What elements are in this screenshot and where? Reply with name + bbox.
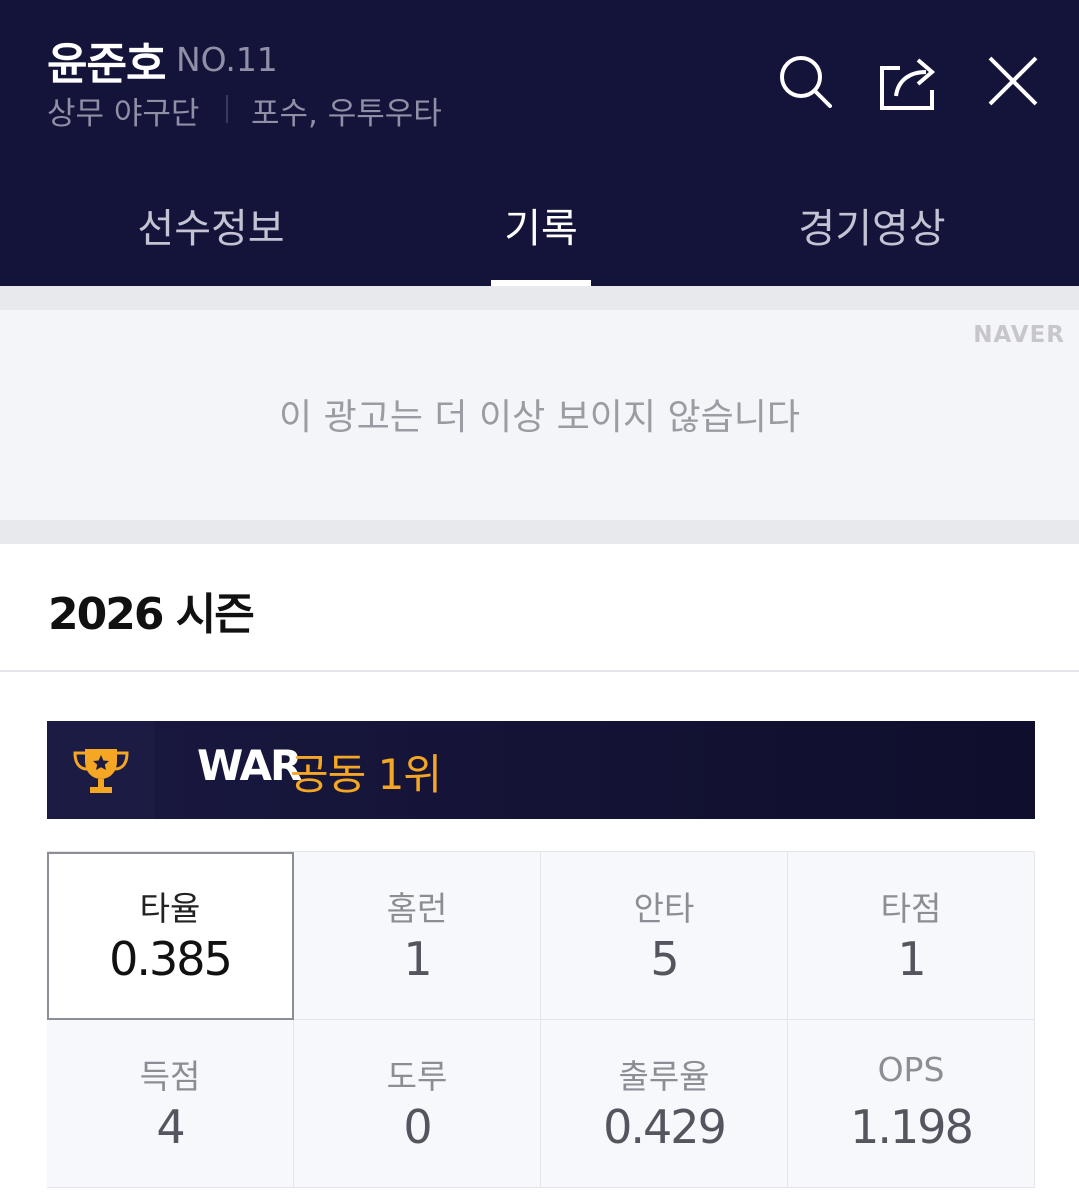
player-header: 윤준호 NO.11 상무 야구단 포수, 우투우타 선수정보 기록 경기영상	[0, 0, 1079, 286]
stat-label: 타점	[880, 889, 942, 928]
stat-label: OPS	[877, 1050, 945, 1089]
player-number: NO.11	[176, 40, 278, 79]
share-icon[interactable]	[878, 52, 938, 112]
close-icon[interactable]	[984, 52, 1044, 112]
trophy-icon	[73, 749, 129, 793]
stat-stolen-bases[interactable]: 도루 0	[294, 1020, 541, 1188]
section-gap	[0, 520, 1079, 544]
tab-game-video[interactable]: 경기영상	[742, 196, 1002, 254]
stats-grid: 타율 0.385 홈런 1 안타 5 타점 1 득점 4 도루 0 출루율 0.…	[47, 851, 1035, 1188]
stat-rbi[interactable]: 타점 1	[788, 852, 1035, 1020]
search-icon[interactable]	[776, 52, 836, 112]
stat-value: 4	[156, 1100, 185, 1154]
stat-label: 도루	[386, 1057, 448, 1096]
war-banner: WAR 공동 1위	[47, 721, 1035, 819]
stat-value: 1	[403, 932, 432, 986]
stat-label: 홈런	[386, 889, 448, 928]
stat-value: 1.198	[850, 1100, 974, 1154]
stat-value: 1	[897, 932, 926, 986]
ad-banner[interactable]: NAVER 이 광고는 더 이상 보이지 않습니다	[0, 310, 1079, 520]
tab-bar: 선수정보 기록 경기영상	[0, 190, 1079, 286]
season-title: 2026 시즌	[48, 589, 255, 640]
stat-ops[interactable]: OPS 1.198	[788, 1020, 1035, 1188]
stat-value: 5	[650, 932, 679, 986]
stat-batting-average[interactable]: 타율 0.385	[47, 852, 294, 1020]
stat-label: 타율	[139, 889, 201, 928]
war-rank: 공동 1위	[290, 750, 442, 799]
stat-value: 0.385	[109, 932, 233, 986]
tab-player-info[interactable]: 선수정보	[81, 196, 341, 254]
header-divider	[226, 95, 228, 123]
stat-label: 안타	[633, 889, 695, 928]
section-gap	[0, 286, 1079, 310]
stat-runs[interactable]: 득점 4	[47, 1020, 294, 1188]
stat-value: 0	[403, 1100, 432, 1154]
stat-label: 득점	[139, 1057, 201, 1096]
ad-message: 이 광고는 더 이상 보이지 않습니다	[279, 397, 800, 438]
stat-hits[interactable]: 안타 5	[541, 852, 788, 1020]
stat-home-runs[interactable]: 홈런 1	[294, 852, 541, 1020]
player-name: 윤준호	[47, 39, 166, 90]
war-label: WAR	[197, 741, 302, 790]
stat-on-base-percentage[interactable]: 출루율 0.429	[541, 1020, 788, 1188]
season-divider	[0, 670, 1079, 672]
trophy-box	[47, 721, 154, 819]
player-team: 상무 야구단	[47, 96, 200, 132]
stat-label: 출루율	[618, 1057, 710, 1096]
stat-value: 0.429	[603, 1100, 727, 1154]
tab-records[interactable]: 기록	[411, 196, 671, 254]
player-position: 포수, 우투우타	[251, 96, 442, 132]
ad-brand-label: NAVER	[973, 322, 1065, 348]
